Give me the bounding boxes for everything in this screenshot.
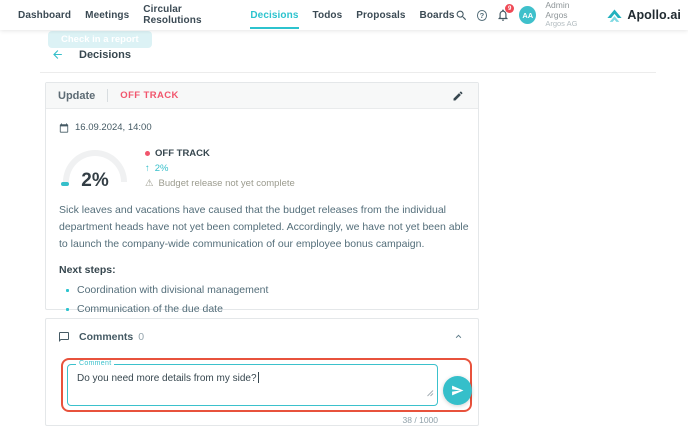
brand-name: Apollo.ai bbox=[627, 8, 681, 22]
status-row: OFF TRACK bbox=[145, 148, 295, 159]
update-datetime: 16.09.2024, 14:00 bbox=[75, 122, 152, 133]
user-avatar[interactable]: AA bbox=[519, 6, 536, 24]
comment-text: Do you need more details from my side? bbox=[77, 373, 257, 384]
list-item: Coordination with divisional management bbox=[59, 284, 465, 296]
text-cursor bbox=[258, 372, 259, 383]
nav-item-dashboard[interactable]: Dashboard bbox=[18, 2, 71, 29]
user-name: Admin Argos bbox=[545, 1, 591, 21]
status-dot-icon bbox=[145, 151, 150, 156]
warning-text: Budget release not yet complete bbox=[159, 178, 295, 189]
comment-bubble-icon bbox=[58, 331, 70, 343]
update-date-row: 16.09.2024, 14:00 bbox=[59, 122, 465, 133]
page-title: Decisions bbox=[79, 49, 131, 61]
comments-count: 0 bbox=[138, 331, 144, 343]
brand-logo[interactable]: Apollo.ai bbox=[606, 8, 681, 23]
update-card-title: Update bbox=[58, 90, 95, 102]
back-arrow-icon[interactable] bbox=[51, 48, 64, 61]
trend-value: 2% bbox=[155, 163, 169, 174]
header-separator bbox=[107, 89, 108, 102]
chevron-up-icon[interactable] bbox=[451, 329, 466, 344]
nav-item-proposals[interactable]: Proposals bbox=[356, 2, 405, 29]
nav-item-meetings[interactable]: Meetings bbox=[85, 2, 129, 29]
navbar-right: ? 9 AA Admin Argos Argos AG Apollo.ai bbox=[455, 1, 688, 29]
trend-row: ↑ 2% bbox=[145, 163, 295, 174]
page-header: Decisions bbox=[51, 48, 131, 61]
progress-section: 2% OFF TRACK ↑ 2% ⚠ Budget release not y… bbox=[59, 146, 465, 190]
comments-header: Comments 0 bbox=[46, 319, 478, 344]
progress-gauge: 2% bbox=[59, 146, 131, 190]
warning-row: ⚠ Budget release not yet complete bbox=[145, 178, 295, 189]
comments-card: Comments 0 Comment Do you need more deta… bbox=[45, 318, 479, 426]
status-badge: OFF TRACK bbox=[120, 90, 178, 101]
help-icon[interactable]: ? bbox=[477, 10, 488, 21]
comment-field-label: Comment bbox=[76, 360, 114, 367]
calendar-icon bbox=[59, 123, 69, 133]
apollo-logo-icon bbox=[606, 8, 623, 23]
search-icon[interactable] bbox=[455, 9, 468, 22]
main-nav: Dashboard Meetings Circular Resolutions … bbox=[0, 0, 455, 34]
update-card-header: Update OFF TRACK bbox=[46, 83, 478, 109]
update-card-body: 16.09.2024, 14:00 2% OFF TRACK ↑ 2% ⚠ bbox=[46, 109, 478, 315]
nav-item-decisions[interactable]: Decisions bbox=[250, 2, 298, 29]
send-icon bbox=[451, 384, 464, 397]
list-item: Communication of the due date bbox=[59, 303, 465, 315]
next-steps-heading: Next steps: bbox=[59, 264, 465, 276]
status-details: OFF TRACK ↑ 2% ⚠ Budget release not yet … bbox=[145, 146, 295, 190]
character-counter: 38 / 1000 bbox=[46, 415, 438, 425]
nav-item-circular-resolutions[interactable]: Circular Resolutions bbox=[143, 0, 236, 34]
status-text: OFF TRACK bbox=[155, 148, 210, 159]
edit-pencil-icon[interactable] bbox=[450, 88, 466, 104]
nav-item-boards[interactable]: Boards bbox=[420, 2, 455, 29]
header-divider bbox=[40, 72, 656, 73]
trend-up-arrow-icon: ↑ bbox=[145, 163, 150, 174]
resize-handle-icon[interactable] bbox=[426, 384, 434, 402]
update-description: Sick leaves and vacations have caused th… bbox=[59, 202, 471, 253]
comments-title: Comments bbox=[79, 331, 133, 343]
user-organization: Argos AG bbox=[545, 20, 591, 29]
top-navbar: Dashboard Meetings Circular Resolutions … bbox=[0, 0, 688, 30]
update-card: Update OFF TRACK 16.09.2024, 14:00 2% OF… bbox=[45, 82, 479, 310]
warning-triangle-icon: ⚠ bbox=[145, 178, 154, 189]
notification-count-badge: 9 bbox=[505, 4, 514, 13]
nav-item-todos[interactable]: Todos bbox=[313, 2, 343, 29]
next-steps-list: Coordination with divisional management … bbox=[59, 284, 465, 315]
user-menu[interactable]: Admin Argos Argos AG bbox=[545, 1, 591, 29]
comment-input[interactable]: Comment Do you need more details from my… bbox=[67, 364, 438, 406]
gauge-value: 2% bbox=[59, 170, 131, 192]
notifications-bell-icon[interactable]: 9 bbox=[496, 8, 510, 22]
send-comment-button[interactable] bbox=[443, 376, 472, 405]
